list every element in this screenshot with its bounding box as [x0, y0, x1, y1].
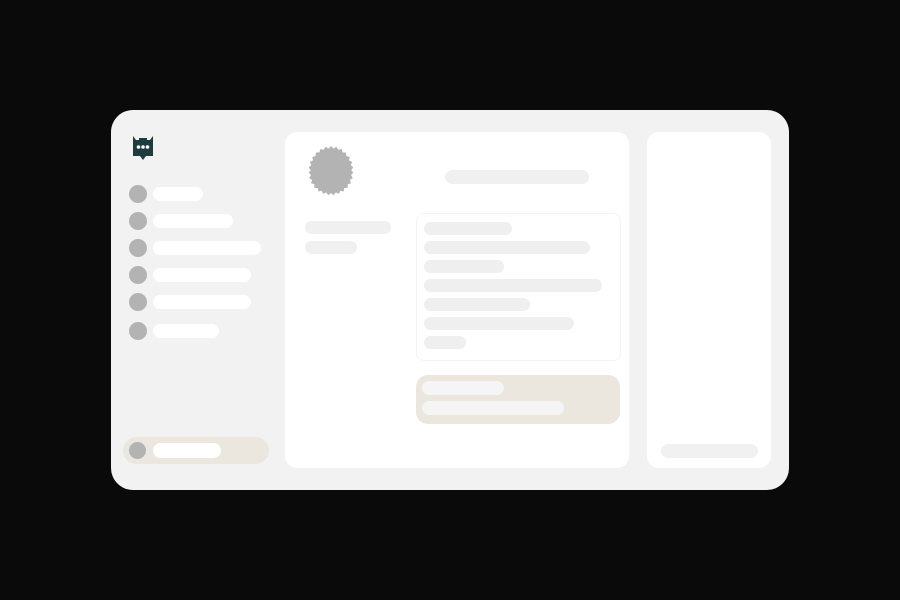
account-switcher[interactable]: [123, 437, 269, 464]
main-panel: [285, 132, 629, 468]
detail-line: [424, 317, 574, 330]
sidebar-item-label: [153, 187, 203, 201]
note-body: [422, 401, 564, 415]
detail-line: [424, 260, 504, 273]
sidebar-item-4[interactable]: [129, 266, 279, 284]
sidebar-item-6[interactable]: [129, 322, 279, 340]
sidebar-item-label: [153, 214, 233, 228]
nav-item-2-icon: [129, 212, 147, 230]
detail-line: [424, 222, 512, 235]
sidebar-item-2[interactable]: [129, 212, 279, 230]
nav-item-6-icon: [129, 322, 147, 340]
nav-item-3-icon: [129, 239, 147, 257]
sidebar-item-label: [153, 324, 219, 338]
nav-item-1-icon: [129, 185, 147, 203]
account-name: [153, 443, 221, 458]
nav-item-5-icon: [129, 293, 147, 311]
detail-line: [424, 241, 590, 254]
right-panel-footer[interactable]: [661, 444, 758, 458]
detail-line: [424, 298, 530, 311]
sidebar-item-5[interactable]: [129, 293, 279, 311]
detail-line: [424, 336, 466, 349]
details-card: [416, 213, 621, 361]
profile-meta-line-2: [305, 241, 357, 254]
profile-meta-line-1: [305, 221, 391, 234]
sidebar-item-label: [153, 241, 261, 255]
sidebar-item-3[interactable]: [129, 239, 279, 257]
nav-item-4-icon: [129, 266, 147, 284]
sidebar-item-label: [153, 268, 251, 282]
profile-title: [445, 170, 589, 184]
sidebar-item-label: [153, 295, 251, 309]
note-heading: [422, 381, 504, 395]
detail-line: [424, 279, 602, 292]
app-window: [111, 110, 789, 490]
sidebar-item-1[interactable]: [129, 185, 279, 203]
right-panel: [647, 132, 771, 468]
highlight-note[interactable]: [416, 375, 620, 424]
chat-logo-icon[interactable]: [129, 132, 157, 160]
user-avatar-icon: [129, 442, 146, 459]
profile-avatar-icon[interactable]: [305, 146, 357, 198]
